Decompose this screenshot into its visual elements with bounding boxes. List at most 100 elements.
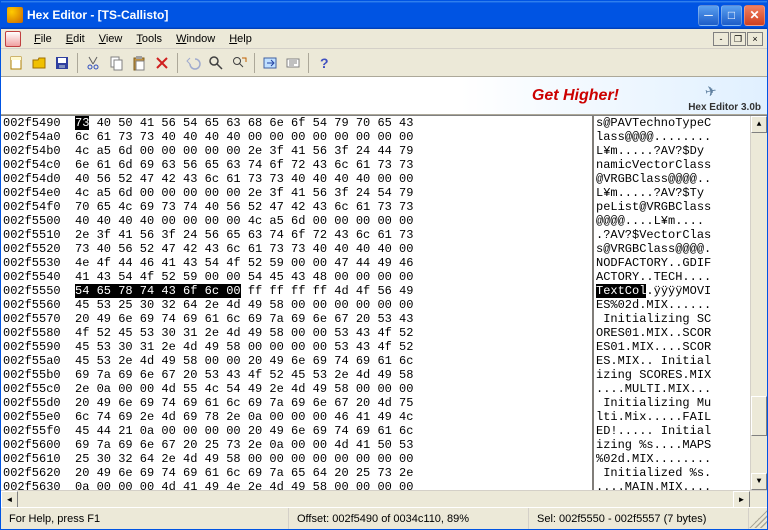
ascii-row[interactable]: Initialized %s. [596, 466, 750, 480]
offset-cell: 002f5500 [3, 214, 71, 228]
hex-row[interactable]: 69 7a 69 6e 67 20 53 43 4f 52 45 53 2e 4… [75, 368, 592, 382]
copy-button[interactable] [105, 52, 127, 74]
ascii-row[interactable]: izing SCORES.MIX [596, 368, 750, 382]
ascii-row[interactable]: lti.Mix.....FAIL [596, 410, 750, 424]
svg-text:?: ? [320, 55, 329, 71]
hex-row[interactable]: 4c a5 6d 00 00 00 00 00 2e 3f 41 56 3f 2… [75, 144, 592, 158]
maximize-button[interactable]: □ [721, 5, 742, 26]
undo-button[interactable] [182, 52, 204, 74]
help-button[interactable]: ? [313, 52, 335, 74]
ascii-row[interactable]: izing %s....MAPS [596, 438, 750, 452]
hex-row[interactable]: 70 65 4c 69 73 74 40 56 52 47 42 43 6c 6… [75, 200, 592, 214]
mdi-close-button[interactable]: × [747, 32, 763, 46]
vertical-scrollbar[interactable]: ▲ ▼ [750, 116, 767, 490]
hex-column[interactable]: 73 40 50 41 56 54 65 63 68 6e 6f 54 79 7… [71, 116, 592, 490]
offset-cell: 002f5510 [3, 228, 71, 242]
open-button[interactable] [28, 52, 50, 74]
ascii-row[interactable]: s@PAVTechnoTypeC [596, 116, 750, 130]
ascii-row[interactable]: ORES01.MIX..SCOR [596, 326, 750, 340]
ascii-row[interactable]: ....MAIN.MIX.... [596, 480, 750, 490]
hex-row[interactable]: 4f 52 45 53 30 31 2e 4d 49 58 00 00 53 4… [75, 326, 592, 340]
hex-row[interactable]: 4c a5 6d 00 00 00 00 00 2e 3f 41 56 3f 2… [75, 186, 592, 200]
hex-row[interactable]: 6e 61 6d 69 63 56 65 63 74 6f 72 43 6c 6… [75, 158, 592, 172]
mdi-minimize-button[interactable]: - [713, 32, 729, 46]
hex-row[interactable]: 73 40 56 52 47 42 43 6c 61 73 73 40 40 4… [75, 242, 592, 256]
save-button[interactable] [51, 52, 73, 74]
hex-row[interactable]: 0a 00 00 00 4d 41 49 4e 2e 4d 49 58 00 0… [75, 480, 592, 490]
menu-help[interactable]: Help [222, 31, 259, 47]
hex-row[interactable]: 73 40 50 41 56 54 65 63 68 6e 6f 54 79 7… [75, 116, 592, 130]
goto-button[interactable] [259, 52, 281, 74]
bookmark-button[interactable] [282, 52, 304, 74]
offset-cell: 002f5550 [3, 284, 71, 298]
ascii-row[interactable]: s@VRGBClass@@@@. [596, 242, 750, 256]
ascii-row[interactable]: peList@VRGBClass [596, 200, 750, 214]
ascii-row[interactable]: @VRGBClass@@@@.. [596, 172, 750, 186]
offset-cell: 002f5540 [3, 270, 71, 284]
ascii-column[interactable]: s@PAVTechnoTypeClass@@@@........L¥m.....… [592, 116, 750, 490]
hex-row[interactable]: 6c 74 69 2e 4d 69 78 2e 0a 00 00 00 46 4… [75, 410, 592, 424]
ascii-row[interactable]: L¥m.....?AV?$Ty [596, 186, 750, 200]
find-button[interactable] [205, 52, 227, 74]
hex-row[interactable]: 45 53 25 30 32 64 2e 4d 49 58 00 00 00 0… [75, 298, 592, 312]
ascii-row[interactable]: ACTORY..TECH.... [596, 270, 750, 284]
menu-file[interactable]: File [27, 31, 59, 47]
hex-row[interactable]: 20 49 6e 69 74 69 61 6c 69 7a 69 6e 67 2… [75, 396, 592, 410]
hex-row[interactable]: 45 53 30 31 2e 4d 49 58 00 00 00 00 53 4… [75, 340, 592, 354]
ascii-row[interactable]: Initializing SC [596, 312, 750, 326]
ascii-row[interactable]: lass@@@@........ [596, 130, 750, 144]
menu-window[interactable]: Window [169, 31, 222, 47]
ascii-row[interactable]: ED!..... Initial [596, 424, 750, 438]
scroll-down-button[interactable]: ▼ [751, 473, 767, 490]
ascii-row[interactable]: .?AV?$VectorClas [596, 228, 750, 242]
hex-row[interactable]: 20 49 6e 69 74 69 61 6c 69 7a 69 6e 67 2… [75, 312, 592, 326]
ascii-row[interactable]: NODFACTORY..GDIF [596, 256, 750, 270]
find-replace-button[interactable] [228, 52, 250, 74]
hex-row[interactable]: 6c 61 73 73 40 40 40 40 00 00 00 00 00 0… [75, 130, 592, 144]
mdi-restore-button[interactable]: ❐ [730, 32, 746, 46]
hex-row[interactable]: 45 53 2e 4d 49 58 00 00 20 49 6e 69 74 6… [75, 354, 592, 368]
close-button[interactable]: ✕ [744, 5, 765, 26]
ascii-row[interactable]: ES01.MIX....SCOR [596, 340, 750, 354]
ascii-row[interactable]: ....MULTI.MIX... [596, 382, 750, 396]
ascii-row[interactable]: ES%02d.MIX...... [596, 298, 750, 312]
hex-row[interactable]: 69 7a 69 6e 67 20 25 73 2e 0a 00 00 4d 4… [75, 438, 592, 452]
hex-row[interactable]: 45 44 21 0a 00 00 00 00 20 49 6e 69 74 6… [75, 424, 592, 438]
offset-cell: 002f5620 [3, 466, 71, 480]
window-title: Hex Editor - [TS-Callisto] [27, 8, 696, 22]
menu-edit[interactable]: Edit [59, 31, 92, 47]
cut-button[interactable] [82, 52, 104, 74]
horizontal-scrollbar[interactable]: ◄ ► [1, 490, 767, 507]
ascii-row[interactable]: ES.MIX.. Initial [596, 354, 750, 368]
titlebar: Hex Editor - [TS-Callisto] ─ □ ✕ [1, 1, 767, 29]
new-button[interactable] [5, 52, 27, 74]
ascii-row[interactable]: L¥m.....?AV?$Dy [596, 144, 750, 158]
hex-row[interactable]: 41 43 54 4f 52 59 00 00 54 45 43 48 00 0… [75, 270, 592, 284]
resize-grip[interactable] [749, 510, 767, 528]
menu-view[interactable]: View [92, 31, 130, 47]
minimize-button[interactable]: ─ [698, 5, 719, 26]
scroll-right-button[interactable]: ► [733, 491, 750, 508]
hex-row[interactable]: 2e 3f 41 56 3f 24 56 65 63 74 6f 72 43 6… [75, 228, 592, 242]
scroll-up-button[interactable]: ▲ [751, 116, 767, 133]
ascii-row[interactable]: Initializing Mu [596, 396, 750, 410]
hex-row[interactable]: 25 30 32 64 2e 4d 49 58 00 00 00 00 00 0… [75, 452, 592, 466]
delete-button[interactable] [151, 52, 173, 74]
hex-view[interactable]: 002f5490002f54a0002f54b0002f54c0002f54d0… [1, 115, 767, 490]
ascii-row[interactable]: namicVectorClass [596, 158, 750, 172]
hex-row[interactable]: 54 65 78 74 43 6f 6c 00 ff ff ff ff 4d 4… [75, 284, 592, 298]
hex-row[interactable]: 2e 0a 00 00 4d 55 4c 54 49 2e 4d 49 58 0… [75, 382, 592, 396]
menu-tools[interactable]: Tools [129, 31, 169, 47]
plane-icon: ✈ [704, 82, 719, 101]
offset-cell: 002f54c0 [3, 158, 71, 172]
hex-row[interactable]: 4e 4f 44 46 41 43 54 4f 52 59 00 00 47 4… [75, 256, 592, 270]
hex-row[interactable]: 40 56 52 47 42 43 6c 61 73 73 40 40 40 4… [75, 172, 592, 186]
ascii-row[interactable]: %02d.MIX........ [596, 452, 750, 466]
paste-button[interactable] [128, 52, 150, 74]
ascii-row[interactable]: @@@@....L¥m.... [596, 214, 750, 228]
hex-row[interactable]: 40 40 40 40 00 00 00 00 4c a5 6d 00 00 0… [75, 214, 592, 228]
hex-row[interactable]: 20 49 6e 69 74 69 61 6c 69 7a 65 64 20 2… [75, 466, 592, 480]
scroll-left-button[interactable]: ◄ [1, 491, 18, 508]
scroll-thumb[interactable] [751, 396, 767, 436]
ascii-row[interactable]: TextCol.ÿÿÿÿMOVI [596, 284, 750, 298]
